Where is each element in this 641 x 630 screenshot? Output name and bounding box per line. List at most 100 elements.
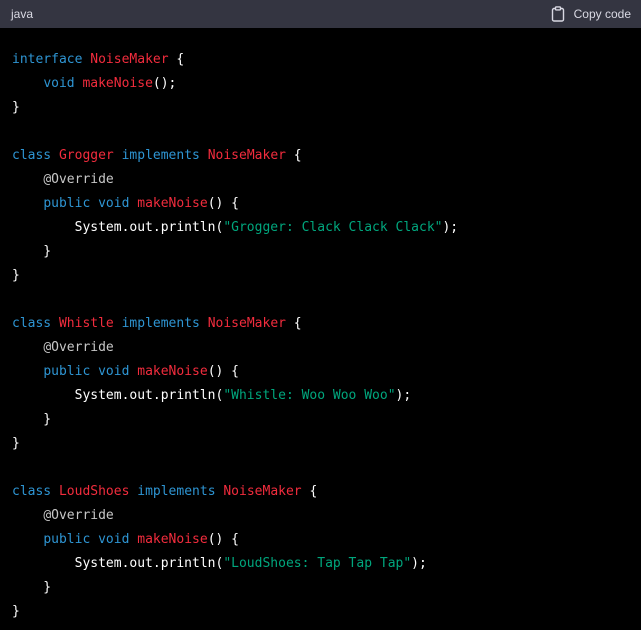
- code-token-string: "Whistle: Woo Woo Woo": [223, 388, 396, 403]
- code-content[interactable]: interface NoiseMaker { void makeNoise();…: [0, 28, 641, 630]
- code-token-class: NoiseMaker: [207, 148, 286, 163]
- code-line: void makeNoise();: [12, 72, 641, 96]
- code-token-plain: );: [442, 220, 459, 235]
- code-token-keyword: public: [43, 532, 91, 547]
- code-token-annot: @Override: [43, 172, 114, 187]
- code-token-class: Whistle: [58, 316, 114, 331]
- code-line: System.out.println("LoudShoes: Tap Tap T…: [12, 552, 641, 576]
- code-line: }: [12, 96, 641, 120]
- code-token-class: NoiseMaker: [207, 316, 286, 331]
- clipboard-icon: [551, 6, 565, 22]
- code-token-func: makeNoise: [137, 532, 208, 547]
- code-token-plain: );: [395, 388, 412, 403]
- code-line: }: [12, 408, 641, 432]
- code-token-plain: }: [12, 436, 20, 451]
- code-token-annot: @Override: [43, 340, 114, 355]
- code-token-plain: }: [12, 412, 52, 427]
- code-token-keyword: class: [12, 148, 52, 163]
- code-token-plain: ();: [152, 76, 177, 91]
- code-token-class: Grogger: [58, 148, 114, 163]
- code-token-plain: () {: [207, 196, 240, 211]
- language-label: java: [11, 7, 34, 21]
- code-token-plain: System.out.println(: [12, 220, 224, 235]
- code-token-keyword: implements: [121, 148, 200, 163]
- code-token-keyword: implements: [137, 484, 216, 499]
- code-line: public void makeNoise() {: [12, 192, 641, 216]
- code-token-keyword: class: [12, 484, 52, 499]
- code-line: interface NoiseMaker {: [12, 48, 641, 72]
- code-token-keyword: void: [98, 364, 130, 379]
- code-token-keyword: class: [12, 316, 52, 331]
- code-token-plain: }: [12, 580, 52, 595]
- code-token-keyword: public: [43, 364, 91, 379]
- code-token-keyword: public: [43, 196, 91, 211]
- copy-code-button[interactable]: Copy code: [551, 6, 631, 22]
- code-token-class: NoiseMaker: [90, 52, 169, 67]
- code-token-keyword: implements: [121, 316, 200, 331]
- copy-code-label: Copy code: [573, 7, 631, 21]
- code-token-plain: () {: [207, 364, 240, 379]
- code-line: public void makeNoise() {: [12, 528, 641, 552]
- code-token-func: makeNoise: [82, 76, 153, 91]
- code-token-plain: () {: [207, 532, 240, 547]
- code-token-string: "Grogger: Clack Clack Clack": [223, 220, 443, 235]
- code-token-plain: {: [168, 52, 185, 67]
- code-line: @Override: [12, 336, 641, 360]
- code-line: }: [12, 576, 641, 600]
- code-token-class: NoiseMaker: [223, 484, 302, 499]
- code-token-plain: }: [12, 268, 20, 283]
- code-token-class: LoudShoes: [58, 484, 130, 499]
- code-line: class Whistle implements NoiseMaker {: [12, 312, 641, 336]
- code-token-plain: {: [285, 148, 302, 163]
- code-token-keyword: void: [98, 196, 130, 211]
- code-line: @Override: [12, 504, 641, 528]
- code-token-string: "LoudShoes: Tap Tap Tap": [223, 556, 412, 571]
- code-token-annot: @Override: [43, 508, 114, 523]
- code-line: }: [12, 240, 641, 264]
- code-token-keyword: void: [43, 76, 75, 91]
- code-line: class Grogger implements NoiseMaker {: [12, 144, 641, 168]
- code-token-plain: }: [12, 244, 52, 259]
- code-block: java Copy code interface NoiseMaker { vo…: [0, 0, 641, 630]
- code-token-plain: {: [301, 484, 318, 499]
- code-line: }: [12, 432, 641, 456]
- code-token-plain: }: [12, 100, 20, 115]
- code-token-keyword: interface: [12, 52, 83, 67]
- code-token-plain: );: [411, 556, 427, 571]
- code-token-func: makeNoise: [137, 364, 208, 379]
- code-token-plain: System.out.println(: [12, 556, 224, 571]
- code-line: class LoudShoes implements NoiseMaker {: [12, 480, 641, 504]
- code-line: System.out.println("Grogger: Clack Clack…: [12, 216, 641, 240]
- code-block-header: java Copy code: [0, 0, 641, 28]
- code-line: }: [12, 264, 641, 288]
- code-token-plain: System.out.println(: [12, 388, 224, 403]
- code-token-plain: }: [12, 604, 20, 619]
- code-line: public void makeNoise() {: [12, 360, 641, 384]
- code-token-func: makeNoise: [137, 196, 208, 211]
- code-line: @Override: [12, 168, 641, 192]
- code-token-plain: {: [285, 316, 302, 331]
- code-token-keyword: void: [98, 532, 130, 547]
- code-line: System.out.println("Whistle: Woo Woo Woo…: [12, 384, 641, 408]
- code-line: }: [12, 600, 641, 624]
